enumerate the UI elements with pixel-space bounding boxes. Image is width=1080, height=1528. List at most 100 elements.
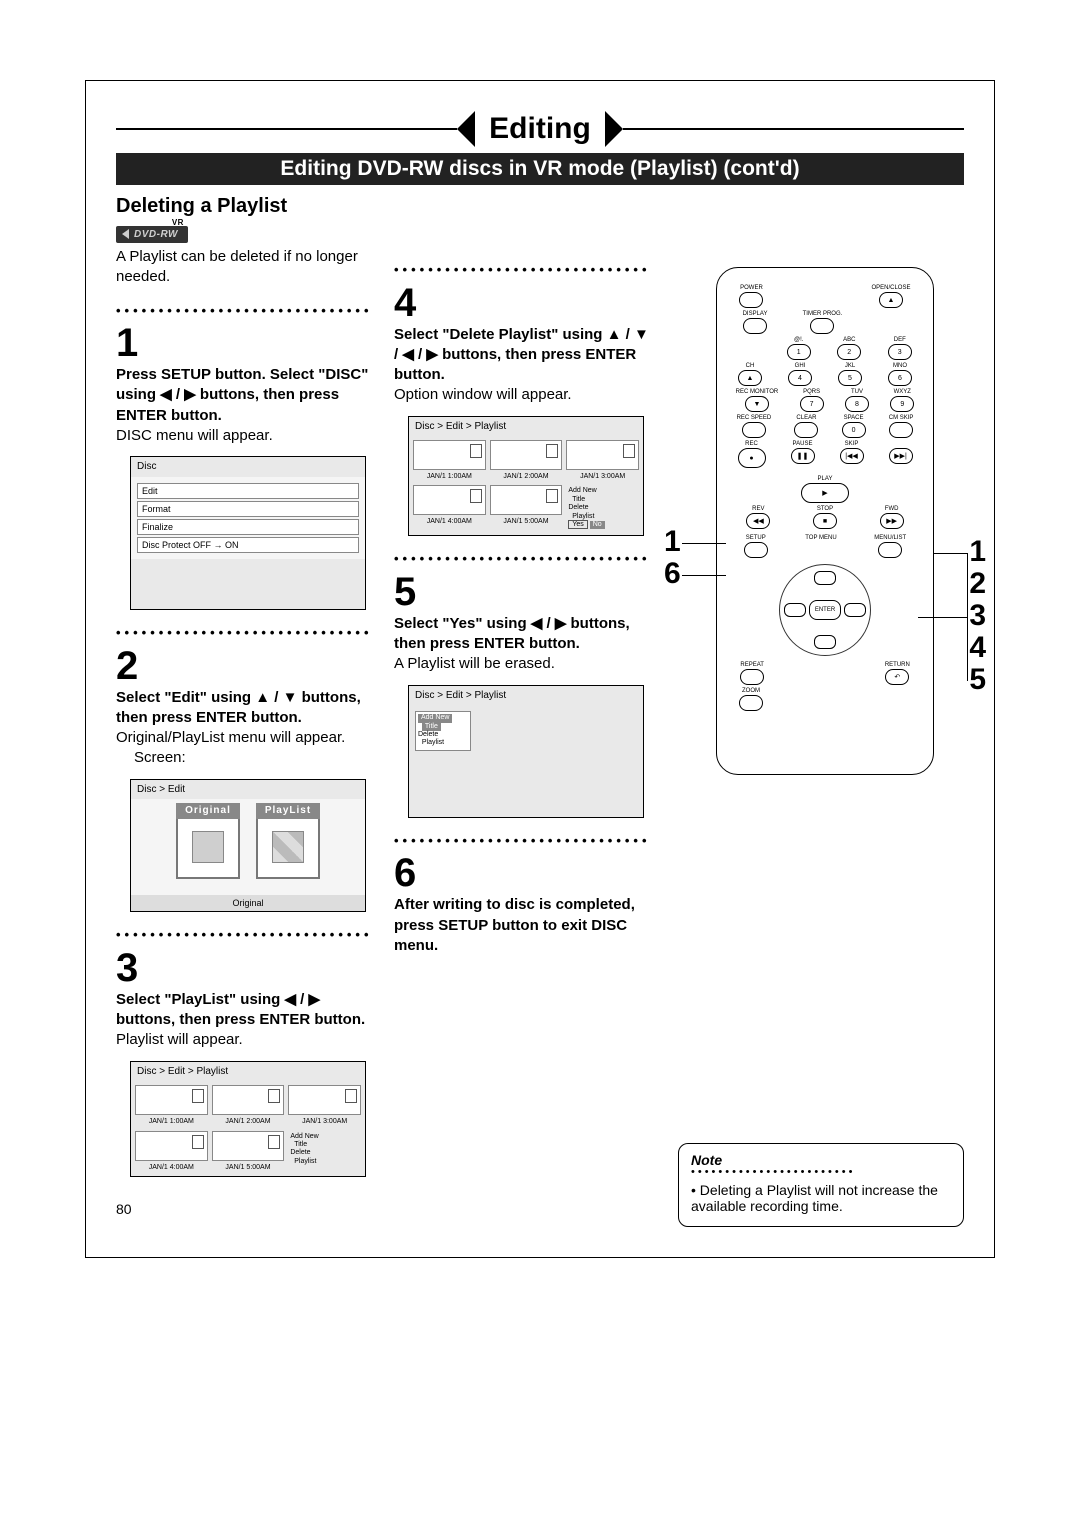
key-label: PLAY — [818, 476, 833, 482]
num-6-button: 6 — [888, 370, 912, 386]
key-label: RETURN — [885, 662, 910, 668]
thumb-caption: JAN/1 5:00AM — [490, 517, 563, 526]
callout-right-4: 4 — [969, 631, 986, 665]
osd-disc-title: Disc — [131, 457, 365, 477]
repeat-button-icon — [740, 669, 764, 685]
play-button-icon: ▶ — [801, 483, 849, 503]
key-label: TOP MENU — [805, 535, 836, 541]
num-9-button: 9 — [890, 396, 914, 412]
step-6-number: 6 — [394, 853, 654, 893]
playlist-thumb — [490, 440, 563, 470]
osd-edit-menu: Disc > Edit Original PlayList Original — [130, 779, 366, 913]
chapter-title: Editing — [475, 112, 605, 146]
menu-add: Add New — [568, 487, 596, 494]
rev-button-icon: ◀◀ — [746, 513, 770, 529]
menu-add: Add New — [290, 1133, 318, 1140]
thumb-caption: JAN/1 2:00AM — [212, 1117, 285, 1126]
key-label: GHI — [795, 363, 806, 369]
step-2-bold: Select "Edit" using ▲ / ▼ buttons, then … — [116, 688, 376, 729]
osd-item-format: Format — [137, 501, 359, 517]
remote-timer-label: TIMER PROG. — [803, 311, 843, 317]
osd-item-protect: Disc Protect OFF → ON — [137, 537, 359, 553]
step-6-bold: After writing to disc is completed, pres… — [394, 895, 654, 956]
callout-lead — [682, 575, 726, 576]
playlist-menu-tile: Add New Title Delete Playlist Yes No — [566, 485, 639, 531]
skip-prev-button-icon: |◀◀ — [840, 448, 864, 464]
step-1-body: DISC menu will appear. — [116, 426, 376, 446]
step-4-bold: Select "Delete Playlist" using ▲ / ▼ / ◀… — [394, 325, 654, 386]
key-label: WXYZ — [894, 389, 911, 395]
osd-confirm-grid: Disc > Edit > Playlist JAN/1 1:00AM JAN/… — [408, 416, 644, 537]
pause-button-icon: ❚❚ — [791, 448, 815, 464]
callout-left-6: 6 — [664, 557, 681, 591]
key-label: SPACE — [844, 415, 864, 421]
display-button-icon — [743, 318, 767, 334]
divider-dots: •••••••••••••••••••••••••••••• — [394, 550, 654, 568]
dvdrw-badge: DVD-RW VR — [116, 226, 188, 243]
key-label: SETUP — [746, 535, 766, 541]
key-label: MNO — [893, 363, 907, 369]
step-2-body: Original/PlayList menu will appear. — [116, 728, 376, 748]
step-4-body: Option window will appear. — [394, 385, 654, 405]
confirm-yes: Yes — [568, 520, 587, 529]
menu-title: Title — [572, 496, 585, 503]
osd-item-finalize: Finalize — [137, 519, 359, 535]
ch-down-button: ▼ — [745, 396, 769, 412]
badge-text: DVD-RW — [134, 229, 178, 240]
playlist-thumb — [413, 440, 486, 470]
key-label: CM SKIP — [889, 415, 914, 421]
callout-left-1: 1 — [664, 525, 681, 559]
menu-playlist: Playlist — [572, 513, 594, 520]
zoom-button-icon — [739, 695, 763, 711]
key-label: DEF — [894, 337, 906, 343]
key-label: @!. — [794, 337, 803, 343]
osd-item-edit: Edit — [137, 483, 359, 499]
step-2-number: 2 — [116, 646, 376, 686]
step-3-body: Playlist will appear. — [116, 1030, 376, 1050]
enter-button: ENTER — [809, 600, 841, 620]
key-label: REC — [745, 441, 758, 447]
fwd-button-icon: ▶▶ — [880, 513, 904, 529]
playlist-menu-tile: Add New Title Delete Playlist — [288, 1131, 361, 1172]
callout-right-3: 3 — [969, 599, 986, 633]
return-button-icon: ↶ — [885, 669, 909, 685]
setup-button-icon — [744, 542, 768, 558]
key-label: SKIP — [845, 441, 859, 447]
intro-text: A Playlist can be deleted if no longer n… — [116, 247, 376, 288]
key-label: REV — [752, 506, 764, 512]
divider-dots: •••••••••••••••••••••••••••••• — [116, 624, 376, 642]
step-4-number: 4 — [394, 283, 654, 323]
step-5-body: A Playlist will be erased. — [394, 654, 654, 674]
osd-original-card: Original — [176, 815, 240, 879]
thumb-caption: JAN/1 2:00AM — [490, 472, 563, 481]
playlist-thumb — [135, 1085, 208, 1115]
num-4-button: 4 — [788, 370, 812, 386]
key-label: PAUSE — [793, 441, 813, 447]
playlist-thumb — [566, 440, 639, 470]
note-box: Note •••••••••••••••••••••••• • Deleting… — [678, 1143, 964, 1227]
column-1: A Playlist can be deleted if no longer n… — [116, 247, 376, 1177]
key-label: PQRS — [803, 389, 820, 395]
divider-dots: •••••••••••••••••••••••••••••• — [394, 261, 654, 279]
menu-title: Title — [294, 1141, 307, 1148]
dpad-left-icon — [784, 603, 806, 617]
dpad-right-icon — [844, 603, 866, 617]
step-5-number: 5 — [394, 572, 654, 612]
section-title: Deleting a Playlist — [116, 195, 964, 218]
osd-confirm-crumb: Disc > Edit > Playlist — [409, 417, 643, 437]
divider-dots: •••••••••••••••••••••••• — [691, 1166, 951, 1178]
key-label: REPEAT — [740, 662, 764, 668]
openclose-button-icon: ▲ — [879, 292, 903, 308]
playlist-thumb — [413, 485, 486, 515]
thumb-caption: JAN/1 5:00AM — [212, 1163, 285, 1172]
thumb-caption: JAN/1 3:00AM — [566, 472, 639, 481]
power-button-icon — [739, 292, 763, 308]
key-label: JKL — [845, 363, 855, 369]
osd-edit-crumb: Disc > Edit — [131, 780, 365, 800]
playlist-thumb — [135, 1131, 208, 1161]
num-5-button: 5 — [838, 370, 862, 386]
key-label: REC MONITOR — [736, 389, 779, 395]
menu-title: Title — [422, 723, 441, 731]
step-5-bold: Select "Yes" using ◀ / ▶ buttons, then p… — [394, 614, 654, 655]
remote-power-label: POWER — [740, 285, 763, 291]
